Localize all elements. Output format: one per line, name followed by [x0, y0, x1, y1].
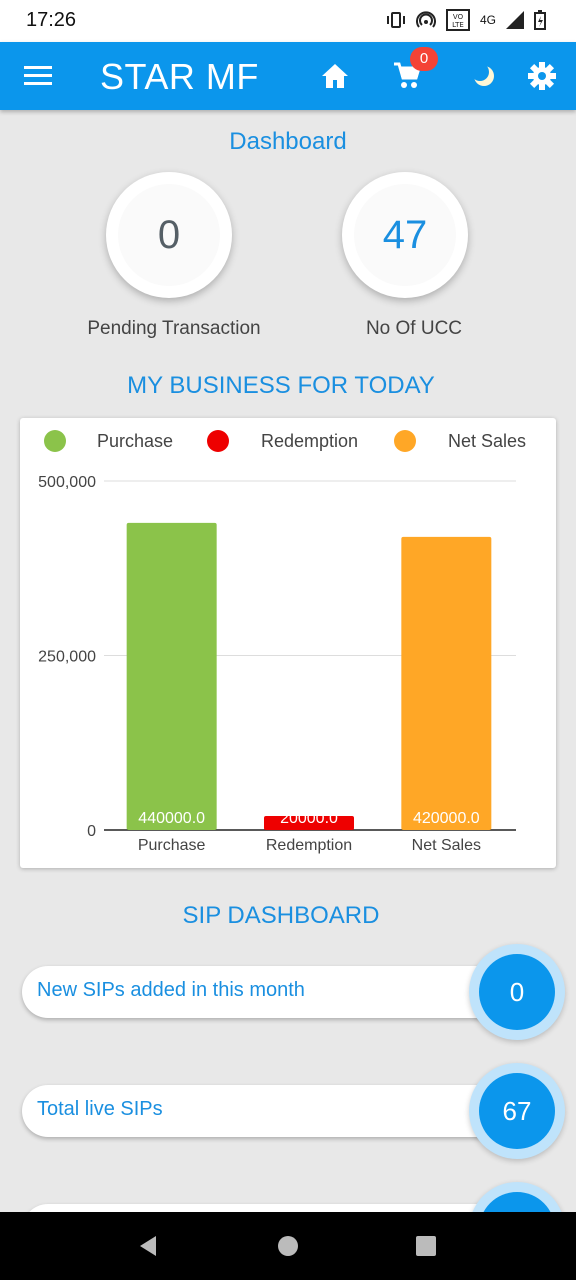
network-type: 4G — [479, 13, 496, 27]
x-tick-label: Redemption — [266, 837, 352, 854]
cart-badge: 0 — [410, 47, 438, 71]
new-sips-row[interactable]: New SIPs added in this month — [22, 966, 512, 1018]
pending-transaction-label: Pending Transaction — [87, 318, 261, 339]
ucc-value: 47 — [354, 184, 456, 286]
new-sips-count: 0 — [479, 954, 555, 1030]
y-tick-label: 0 — [87, 823, 96, 840]
settings-button[interactable] — [522, 56, 562, 96]
bar-value-label: 20000.0 — [280, 810, 338, 827]
new-sips-count-bubble[interactable]: 0 — [469, 944, 565, 1040]
dashboard-title: Dashboard — [229, 128, 347, 155]
svg-text:VO: VO — [453, 13, 464, 21]
recents-icon[interactable] — [415, 1235, 437, 1257]
ucc-circle[interactable]: 47 — [342, 172, 468, 298]
new-sips-label: New SIPs added in this month — [37, 979, 305, 1001]
system-nav-bar — [0, 1212, 576, 1280]
back-icon[interactable] — [136, 1234, 160, 1258]
menu-button[interactable] — [18, 56, 58, 96]
total-live-sips-count-bubble[interactable]: 67 — [469, 1063, 565, 1159]
pending-transaction-value: 0 — [118, 184, 220, 286]
gear-icon — [528, 62, 556, 90]
total-live-sips-row[interactable]: Total live SIPs — [22, 1085, 512, 1137]
business-bar-chart: 500,000 250,000 0 440000.0 Purchase 20000.0 Re… — [38, 474, 516, 854]
volte-icon: VOLTE — [445, 9, 470, 31]
app-bar: STAR MF — [0, 42, 576, 110]
bar-value-label: 420000.0 — [413, 810, 480, 827]
x-tick-label: Purchase — [138, 837, 206, 854]
sip-dashboard-title: SIP DASHBOARD — [182, 902, 380, 929]
home-icon — [322, 64, 348, 88]
theme-button[interactable] — [464, 56, 504, 96]
total-live-sips-label: Total live SIPs — [37, 1098, 163, 1120]
business-chart-card: Purchase Redemption Net Sales 500,000 250… — [20, 418, 556, 868]
svg-text:LTE: LTE — [452, 21, 464, 29]
y-tick-label: 250,000 — [38, 649, 96, 666]
business-title: MY BUSINESS FOR TODAY — [127, 372, 435, 399]
app-title: STAR MF — [100, 56, 259, 97]
status-time: 17:26 — [26, 9, 77, 31]
pending-transaction-circle[interactable]: 0 — [106, 172, 232, 298]
vibrate-icon — [386, 12, 405, 28]
x-tick-label: Net Sales — [412, 837, 481, 854]
battery-icon — [534, 10, 546, 30]
y-tick-label: 500,000 — [38, 474, 96, 491]
hamburger-icon — [24, 66, 52, 85]
bar-purchase — [126, 522, 217, 830]
total-live-sips-count: 67 — [479, 1073, 555, 1149]
status-bar: 17:26 VO LTE 4G — [0, 0, 576, 42]
status-icons: VO LTE 4G — [386, 9, 546, 31]
home-nav-icon[interactable] — [277, 1235, 299, 1257]
hotspot-icon — [416, 11, 436, 28]
moon-icon — [471, 63, 494, 86]
bar-value-label: 440000.0 — [138, 810, 205, 827]
ucc-label: No Of UCC — [365, 318, 463, 339]
home-button[interactable] — [315, 56, 355, 96]
bar-net-sales — [401, 536, 492, 830]
signal-icon — [506, 11, 524, 29]
